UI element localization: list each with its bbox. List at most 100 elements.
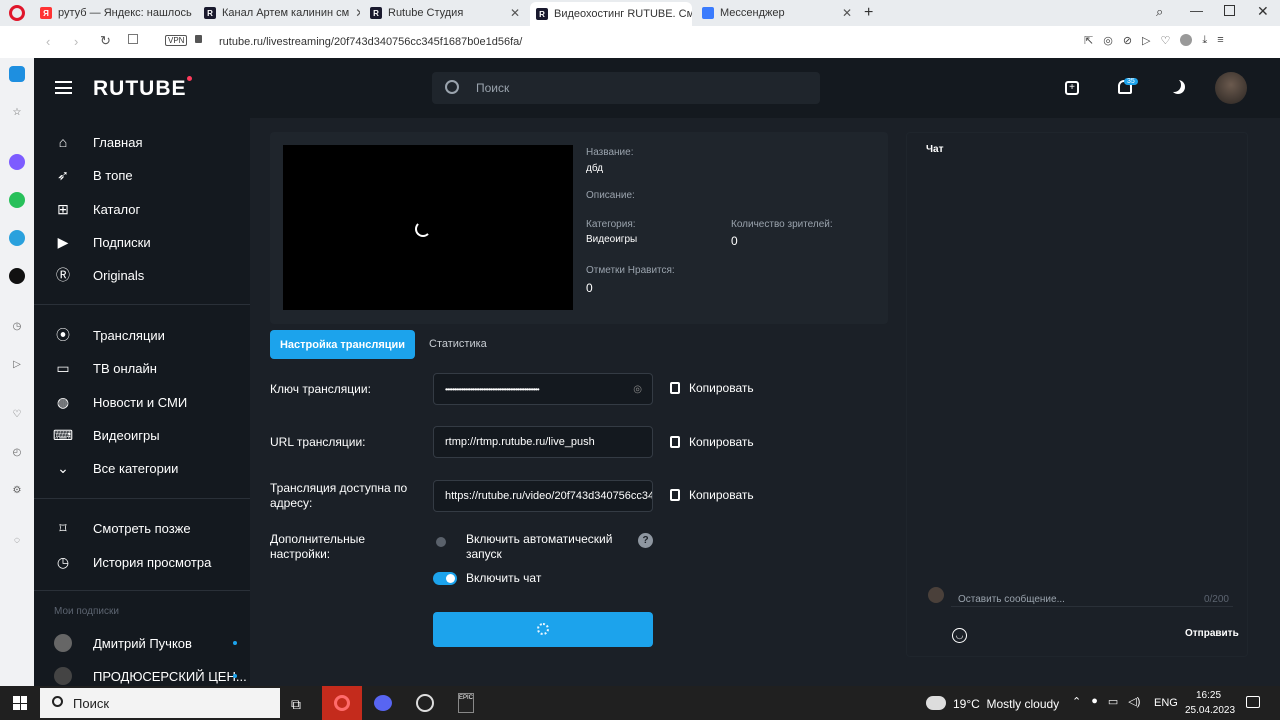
messenger-icon[interactable] (9, 154, 25, 170)
sidebar-item-top[interactable]: ➶ В топе (34, 159, 250, 191)
video-preview[interactable] (283, 145, 573, 310)
close-icon[interactable]: ✕ (842, 6, 852, 20)
tab-videohosting[interactable]: R Видеохостинг RUTUBE. Смо ✕ (530, 2, 692, 26)
player-icon[interactable]: ▷ (1142, 34, 1150, 47)
tab-studio[interactable]: R Rutube Студия ✕ (364, 3, 526, 23)
telegram-icon[interactable] (9, 230, 25, 246)
close-window-button[interactable]: ✕ (1257, 3, 1269, 20)
task-view-icon[interactable]: ⧉ (291, 696, 301, 713)
tab-channel[interactable]: R Канал Артем калинин см ✕ (198, 3, 360, 23)
chat-toggle[interactable] (433, 572, 457, 585)
avatar[interactable] (1215, 72, 1247, 104)
notifications-icon[interactable] (1246, 696, 1260, 708)
microphone-icon[interactable]: ● (1091, 695, 1098, 708)
stream-url-field[interactable]: rtmp://rtmp.rutube.ru/live_push (433, 426, 653, 458)
search-tabs-icon[interactable]: ⌕ (1156, 4, 1163, 20)
close-icon[interactable]: ✕ (510, 6, 520, 20)
bulb-icon[interactable]: ◌ (9, 532, 25, 548)
stream-address-field[interactable]: https://rutube.ru/video/20f743d340756cc3… (433, 480, 653, 512)
profile-icon[interactable] (1180, 34, 1193, 46)
minimize-button[interactable]: — (1190, 3, 1203, 18)
sidebar-item-videogames[interactable]: ⌨ Видеоигры (34, 419, 250, 451)
share-icon[interactable]: ⇱ (1084, 34, 1093, 47)
language-indicator[interactable]: ENG (1154, 697, 1178, 709)
sidebar-item-subscriptions[interactable]: ▶ Подписки (34, 226, 250, 258)
settings-icon[interactable]: ⚙ (9, 482, 25, 498)
send-icon[interactable]: ▷ (9, 356, 25, 372)
forward-icon[interactable]: › (74, 34, 78, 49)
speed-dial-icon[interactable]: ☆ (9, 104, 25, 120)
hamburger-icon[interactable] (55, 81, 72, 94)
send-button[interactable]: Отправить (1185, 628, 1239, 639)
copy-address-button[interactable]: Копировать (670, 488, 754, 502)
rocket-icon: ➶ (57, 166, 69, 183)
help-icon[interactable]: ? (638, 533, 653, 548)
chat-message-input[interactable]: Оставить сообщение... 0/200 (951, 585, 1233, 607)
heart-icon[interactable]: ♡ (9, 406, 25, 422)
upload-icon[interactable]: + (1065, 81, 1079, 95)
weather-text[interactable]: 19°C Mostly cloudy (953, 697, 1059, 711)
home-icon[interactable] (9, 66, 25, 82)
volume-icon[interactable]: ◁) (1128, 695, 1140, 708)
tabs-grid-icon[interactable] (128, 34, 138, 44)
save-button[interactable] (433, 612, 653, 647)
chevron-up-icon[interactable]: ⌃ (1072, 695, 1081, 708)
sidebar-item-history[interactable]: ◷ История просмотра (34, 546, 250, 578)
sidebar-item-tv[interactable]: ▭ ТВ онлайн (34, 352, 250, 384)
obs-icon[interactable] (416, 694, 434, 712)
tab-title: Rutube Студия (388, 7, 464, 19)
sidebar-item-originals[interactable]: Ⓡ Originals (34, 259, 250, 291)
sidebar-item-all-categories[interactable]: ⌄ Все категории (34, 452, 250, 484)
copy-url-button[interactable]: Копировать (670, 435, 754, 449)
tab-messenger[interactable]: Мессенджер ✕ (696, 3, 858, 23)
sidebar-item-home[interactable]: ⌂ Главная (34, 126, 250, 158)
tiktok-icon[interactable] (9, 268, 25, 284)
new-tab-button[interactable]: + (864, 4, 873, 22)
chat-placeholder: Оставить сообщение... (958, 594, 1065, 605)
clock-time[interactable]: 16:25 (1196, 690, 1221, 701)
network-icon[interactable]: ▭ (1108, 695, 1118, 708)
rutube-icon: R (204, 7, 216, 19)
maximize-button[interactable] (1224, 5, 1235, 16)
eye-off-icon[interactable]: ◎ (633, 384, 642, 395)
sidebar-item-broadcasts[interactable]: ⦿ Трансляции (34, 319, 250, 351)
adblock-icon[interactable]: ⊘ (1123, 34, 1132, 47)
tab-yandex[interactable]: Я рутуб — Яндекс: нашлось ✕ (34, 3, 196, 23)
taskbar-search[interactable]: Поиск (40, 688, 280, 718)
opera-logo-icon[interactable] (9, 5, 25, 21)
snapshot-icon[interactable]: ◎ (1103, 34, 1113, 47)
heart-icon[interactable]: ♡ (1161, 34, 1171, 47)
search-box[interactable]: Поиск (432, 72, 820, 104)
download-icon[interactable]: ⤓ (1202, 34, 1207, 47)
tab-settings[interactable]: Настройка трансляции (270, 330, 415, 359)
dark-mode-icon[interactable] (1171, 80, 1185, 94)
reload-icon[interactable]: ↻ (100, 33, 111, 49)
stream-key-field[interactable]: ••••••••••••••••••••••••••••••••••••••••… (433, 373, 653, 405)
emoji-icon[interactable]: ◡ (952, 628, 967, 643)
sidebar-item-watch-later[interactable]: ⌑ Смотреть позже (34, 512, 250, 544)
divider (34, 304, 250, 305)
epic-games-icon[interactable]: EPIC (458, 693, 474, 713)
tab-statistics[interactable]: Статистика (429, 338, 487, 350)
copy-key-button[interactable]: Копировать (670, 381, 754, 395)
sidebar-sub-item[interactable]: Дмитрий Пучков (34, 627, 250, 659)
player-icon[interactable]: ◷ (9, 318, 25, 334)
lock-icon (195, 35, 202, 43)
toggle-knob (446, 574, 455, 583)
vpn-badge[interactable]: VPN (165, 35, 188, 46)
discord-icon[interactable] (374, 695, 392, 711)
close-icon[interactable]: ✕ (355, 6, 360, 20)
sidebar-item-catalog[interactable]: ⊞ Каталог (34, 193, 250, 225)
clock-date[interactable]: 25.04.2023 (1185, 705, 1235, 716)
url-input[interactable]: rutube.ru/livestreaming/20f743d340756cc3… (219, 36, 522, 48)
opera-taskbar-icon[interactable] (322, 686, 362, 720)
rutube-logo[interactable]: RUTUBE (93, 76, 192, 101)
menu-icon[interactable]: ≡ (1217, 34, 1223, 47)
autostart-toggle[interactable] (433, 536, 457, 548)
sidebar-item-news[interactable]: ◍ Новости и СМИ (34, 386, 250, 418)
sidebar-item-label: Трансляции (93, 327, 165, 343)
back-icon[interactable]: ‹ (46, 34, 50, 49)
whatsapp-icon[interactable] (9, 192, 25, 208)
history-icon[interactable]: ◴ (9, 444, 25, 460)
windows-start-icon[interactable] (13, 696, 27, 710)
